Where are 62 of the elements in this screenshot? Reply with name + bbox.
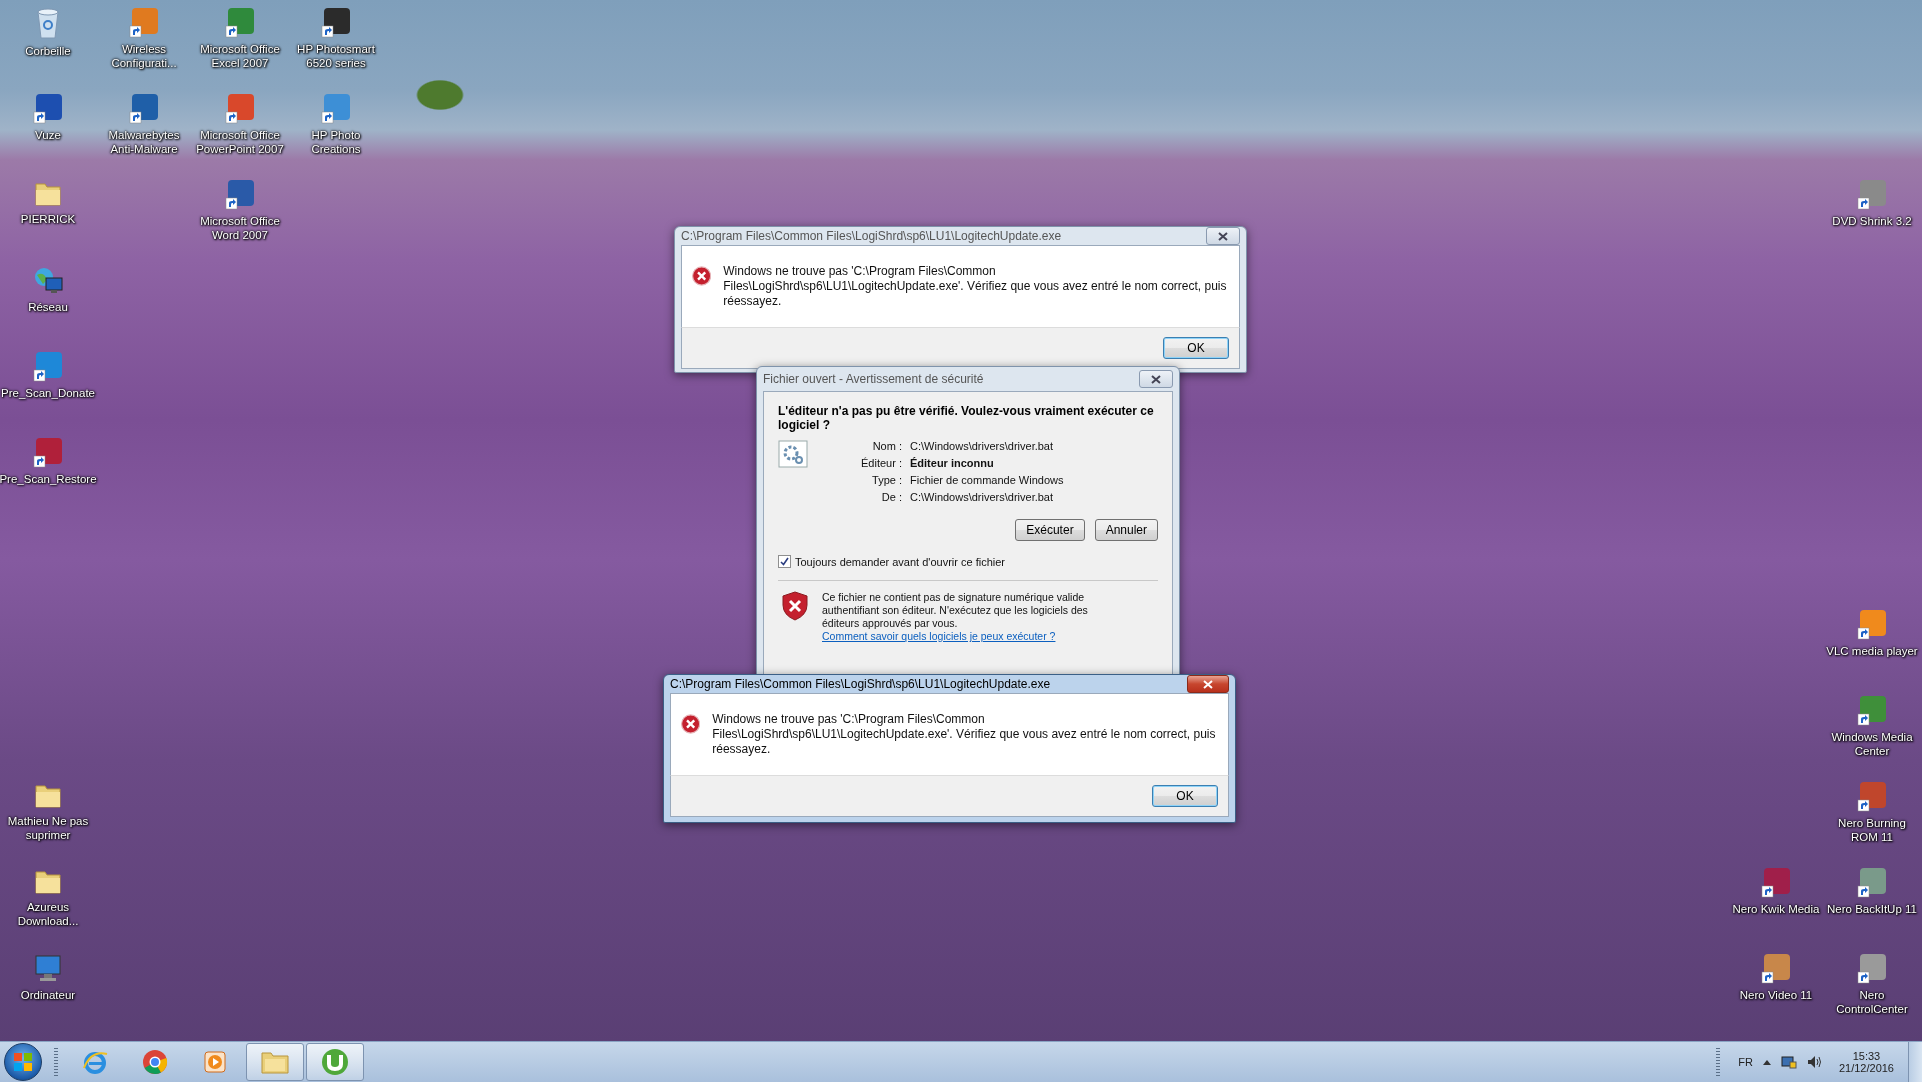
desktop-icon-label[interactable]: Pre_Scan_Donate [1, 386, 95, 400]
desktop-icon-label[interactable]: Mathieu Ne pas suprimer [0, 814, 96, 842]
field-value: Éditeur inconnu [910, 457, 995, 469]
close-button[interactable] [1139, 370, 1173, 388]
desktop-icon-label[interactable]: PIERRICK [20, 212, 76, 226]
close-button[interactable] [1206, 227, 1240, 245]
dialog-button[interactable]: Exécuter [1015, 519, 1085, 541]
field-label: Éditeur : [860, 457, 902, 469]
play-frame-icon [202, 1049, 228, 1075]
ok-button[interactable]: OK [1152, 785, 1218, 807]
network-status-icon[interactable] [1780, 1054, 1797, 1070]
window-title: C:\Program Files\Common Files\LogiShrd\sp6\LU1\LogitechUpdate.exe [681, 229, 1062, 243]
desktop-icon-label[interactable]: Nero Kwik Media [1732, 902, 1820, 916]
ok-button[interactable]: OK [1163, 337, 1229, 359]
mu-circle-icon [321, 1048, 349, 1076]
desktop-icon-label[interactable]: Nero ControlCenter [1824, 988, 1920, 1016]
error-message: Windows ne trouve pas 'C:\Program Files\Common Files\LogiShrd\sp6\LU1\LogitechUpdate.exe'. Vérifiez que vous avez entré le nom correct, puis réessayez. [712, 711, 1217, 757]
field-value: C:\Windows\drivers\driver.bat [910, 440, 1055, 452]
folder-icon [260, 1049, 290, 1075]
field-label: Type : [871, 474, 902, 486]
clock-date: 21/12/2016 [1838, 1062, 1894, 1074]
close-button[interactable] [1187, 675, 1229, 693]
desktop-icon-label[interactable]: Ordinateur [20, 988, 76, 1002]
close-icon [1151, 374, 1161, 384]
desktop-icon-label[interactable]: Pre_Scan_Restore [0, 472, 97, 486]
chrome-wheel-icon [142, 1049, 168, 1075]
desktop-icon-label[interactable]: Réseau [28, 300, 68, 314]
desktop-icon-label[interactable]: VLC media player [1826, 644, 1918, 658]
window-title: C:\Program Files\Common Files\LogiShrd\sp6\LU1\LogitechUpdate.exe [670, 677, 1051, 691]
desktop-icon-label[interactable]: Nero BackItUp 11 [1827, 902, 1917, 916]
check-icon [780, 557, 789, 566]
language-indicator[interactable]: FR [1738, 1056, 1753, 1068]
close-icon [1218, 231, 1228, 241]
desktop-icon-label[interactable]: Azureus Download... [0, 900, 96, 928]
checkbox[interactable] [778, 555, 791, 568]
warning-heading: L'éditeur n'a pas pu être vérifié. Voulez-vous vraiment exécuter ce logiciel ? [778, 404, 1155, 432]
dialog-button[interactable]: Annuler [1094, 519, 1158, 541]
error-message: Windows ne trouve pas 'C:\Program Files\Common Files\LogiShrd\sp6\LU1\LogitechUpdate.exe'. Vérifiez que vous avez entré le nom correct, puis réessayez. [723, 263, 1228, 309]
speaker-icon[interactable] [1806, 1054, 1823, 1070]
field-label: Nom : [871, 440, 902, 452]
warning-text: Ce fichier ne contient pas de signature numérique valide authentifiant son éditeur. N'exécutez que les logiciels des éditeurs approuvés par vous. Comment savoir quels logiciels je peux exécuter ? [822, 591, 1089, 643]
taskbar-button[interactable] [246, 1043, 304, 1081]
up-triangle-icon[interactable] [1762, 1059, 1771, 1065]
field-value: C:\Windows\drivers\driver.bat [910, 491, 1055, 503]
desktop-icon-label[interactable]: Windows Media Center [1824, 730, 1920, 758]
field-label: De : [880, 491, 902, 503]
field-value: Fichier de commande Windows [910, 474, 1064, 486]
clock-time: 15:33 [1852, 1050, 1881, 1062]
close-icon [1203, 679, 1213, 689]
monitor-icon [32, 952, 64, 984]
window-title: Fichier ouvert - Avertissement de sécurité [763, 372, 984, 386]
shield-x-icon [782, 591, 808, 621]
start-button[interactable] [4, 1043, 42, 1081]
desktop-icon-label[interactable]: Nero Video 11 [1739, 988, 1813, 1002]
help-link[interactable]: Comment savoir quels logiciels je peux exécuter ? [822, 630, 1056, 642]
desktop-icon-label[interactable]: Nero Burning ROM 11 [1824, 816, 1920, 844]
windows-flag-icon [13, 1052, 33, 1072]
taskbar-button[interactable] [306, 1043, 364, 1081]
desktop-icon-label[interactable]: DVD Shrink 3.2 [1832, 214, 1912, 228]
checkbox-label: Toujours demander avant d'ouvrir ce fichier [795, 555, 1005, 568]
desktop-icon-label[interactable]: Microsoft Office Word 2007 [192, 214, 288, 242]
gear-file-icon [778, 440, 808, 468]
